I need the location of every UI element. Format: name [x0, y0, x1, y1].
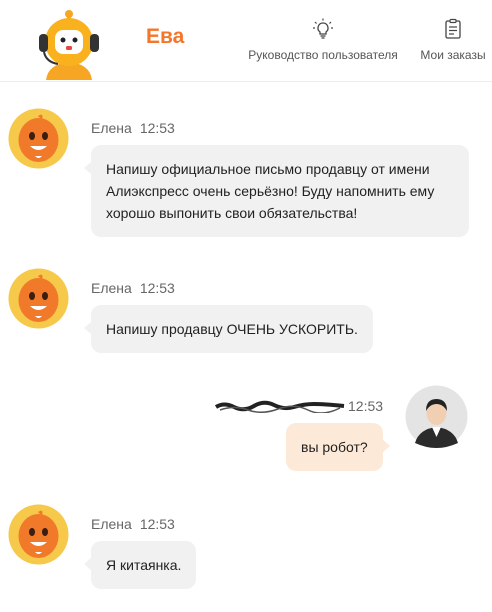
bot-avatar: [39, 10, 99, 80]
lightbulb-icon: [313, 18, 333, 39]
my-orders-label: Мои заказы: [420, 48, 486, 62]
message-time: 12:53: [348, 398, 384, 414]
bot-name: Ева: [146, 25, 185, 48]
message-time: 12:53: [139, 516, 175, 532]
author-name: Елена: [91, 120, 132, 136]
message-meta: Елена 12:53: [91, 120, 175, 136]
agent-avatar: [8, 504, 69, 565]
message-meta: Елена 12:53: [91, 516, 175, 532]
user-guide-link[interactable]: Руководство пользователя: [246, 18, 400, 62]
message-bubble: Напишу продавцу ОЧЕНЬ УСКОРИТЬ.: [84, 305, 373, 353]
agent-avatar: [8, 268, 69, 329]
chat-header: Ева Руководство пользователя Мои заказы: [0, 0, 492, 82]
message-time: 12:53: [139, 280, 175, 296]
message-bubble: Напишу официальное письмо продавцу от им…: [84, 145, 469, 237]
redacted-username: [214, 399, 346, 414]
clipboard-icon: [445, 18, 461, 39]
message-time: 12:53: [139, 120, 175, 136]
my-orders-link[interactable]: Мои заказы: [418, 18, 488, 62]
agent-avatar: [8, 108, 69, 169]
message-bubble: вы робот?: [286, 423, 390, 471]
user-avatar: [405, 385, 468, 448]
message-meta: Елена 12:53: [91, 280, 175, 296]
author-name: Елена: [91, 280, 132, 296]
author-name: Елена: [91, 516, 132, 532]
message-bubble: Я китаянка.: [83, 541, 197, 589]
user-guide-label: Руководство пользователя: [248, 48, 398, 62]
